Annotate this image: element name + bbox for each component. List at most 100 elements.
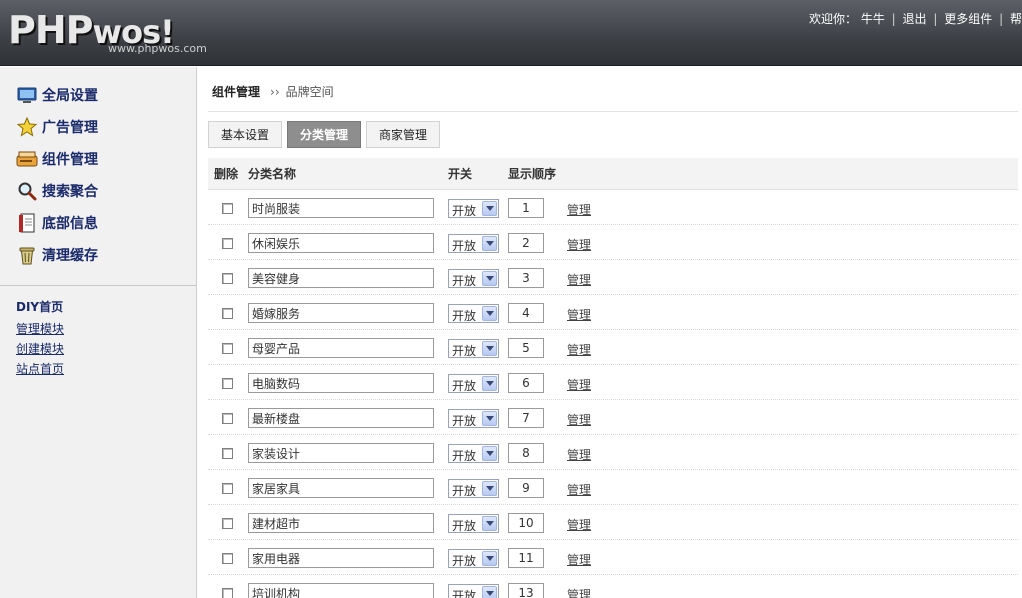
switch-select-value: 开放 bbox=[452, 484, 477, 498]
delete-checkbox[interactable] bbox=[222, 203, 233, 214]
display-order-input[interactable] bbox=[508, 583, 544, 598]
category-name-input[interactable] bbox=[248, 513, 434, 533]
switch-select-value: 开放 bbox=[452, 344, 477, 358]
delete-checkbox[interactable] bbox=[222, 343, 233, 354]
display-order-input[interactable] bbox=[508, 408, 544, 428]
chevron-down-icon[interactable] bbox=[482, 481, 497, 496]
switch-select[interactable]: 开放 bbox=[448, 304, 499, 323]
username-link[interactable]: 牛牛 bbox=[861, 12, 885, 26]
category-name-input[interactable] bbox=[248, 548, 434, 568]
category-name-input[interactable] bbox=[248, 268, 434, 288]
main-content: 组件管理 ›› 品牌空间 基本设置 分类管理 商家管理 删除 分类名称 开关 显示顺… bbox=[198, 67, 1022, 598]
chevron-down-icon[interactable] bbox=[482, 201, 497, 216]
table-row: 开放 管理 bbox=[208, 295, 1018, 330]
category-name-input[interactable] bbox=[248, 443, 434, 463]
category-name-input[interactable] bbox=[248, 198, 434, 218]
category-name-input[interactable] bbox=[248, 233, 434, 253]
category-name-input[interactable] bbox=[248, 303, 434, 323]
display-order-input[interactable] bbox=[508, 373, 544, 393]
manage-link[interactable]: 管理 bbox=[567, 411, 591, 428]
switch-select[interactable]: 开放 bbox=[448, 409, 499, 428]
logout-link[interactable]: 退出 bbox=[903, 12, 927, 26]
category-name-input[interactable] bbox=[248, 478, 434, 498]
category-name-input[interactable] bbox=[248, 583, 434, 598]
manage-link[interactable]: 管理 bbox=[567, 516, 591, 533]
sidebar-item-global-settings[interactable]: 全局设置 bbox=[0, 79, 196, 111]
display-order-input[interactable] bbox=[508, 478, 544, 498]
delete-checkbox[interactable] bbox=[222, 588, 233, 598]
delete-checkbox[interactable] bbox=[222, 273, 233, 284]
delete-checkbox[interactable] bbox=[222, 413, 233, 424]
display-order-input[interactable] bbox=[508, 198, 544, 218]
tab-bar: 基本设置 分类管理 商家管理 bbox=[208, 121, 445, 148]
manage-link[interactable]: 管理 bbox=[567, 446, 591, 463]
sidebar-item-search-aggregate[interactable]: 搜索聚合 bbox=[0, 175, 196, 207]
delete-checkbox[interactable] bbox=[222, 553, 233, 564]
diy-link-create-module[interactable]: 创建模块 bbox=[0, 339, 196, 359]
switch-select[interactable]: 开放 bbox=[448, 584, 499, 598]
manage-link[interactable]: 管理 bbox=[567, 586, 591, 598]
display-order-input[interactable] bbox=[508, 233, 544, 253]
chevron-down-icon[interactable] bbox=[482, 586, 497, 598]
chevron-down-icon[interactable] bbox=[482, 446, 497, 461]
switch-select-value: 开放 bbox=[452, 274, 477, 288]
switch-select[interactable]: 开放 bbox=[448, 444, 499, 463]
chevron-down-icon[interactable] bbox=[482, 236, 497, 251]
delete-checkbox[interactable] bbox=[222, 518, 233, 529]
chevron-down-icon[interactable] bbox=[482, 376, 497, 391]
delete-checkbox[interactable] bbox=[222, 483, 233, 494]
more-components-link[interactable]: 更多组件 bbox=[944, 12, 992, 26]
tab-basic-settings[interactable]: 基本设置 bbox=[208, 121, 283, 148]
sidebar-item-footer-info[interactable]: 底部信息 bbox=[0, 207, 196, 239]
manage-link[interactable]: 管理 bbox=[567, 236, 591, 253]
help-link[interactable]: 帮 bbox=[1010, 12, 1022, 26]
switch-select[interactable]: 开放 bbox=[448, 514, 499, 533]
display-order-input[interactable] bbox=[508, 548, 544, 568]
switch-select[interactable]: 开放 bbox=[448, 374, 499, 393]
manage-link[interactable]: 管理 bbox=[567, 376, 591, 393]
display-order-input[interactable] bbox=[508, 513, 544, 533]
delete-checkbox[interactable] bbox=[222, 378, 233, 389]
diy-link-site-home[interactable]: 站点首页 bbox=[0, 359, 196, 379]
switch-select[interactable]: 开放 bbox=[448, 479, 499, 498]
category-name-input[interactable] bbox=[248, 408, 434, 428]
category-name-input[interactable] bbox=[248, 373, 434, 393]
drive-icon bbox=[16, 148, 38, 170]
chevron-down-icon[interactable] bbox=[482, 516, 497, 531]
display-order-input[interactable] bbox=[508, 303, 544, 323]
table-row: 开放 管理 bbox=[208, 330, 1018, 365]
chevron-down-icon[interactable] bbox=[482, 341, 497, 356]
column-header-name: 分类名称 bbox=[248, 167, 297, 181]
manage-link[interactable]: 管理 bbox=[567, 201, 591, 218]
sidebar-item-component-management[interactable]: 组件管理 bbox=[0, 143, 196, 175]
switch-select[interactable]: 开放 bbox=[448, 339, 499, 358]
delete-checkbox[interactable] bbox=[222, 238, 233, 249]
tab-merchant-management[interactable]: 商家管理 bbox=[366, 121, 441, 148]
category-name-input[interactable] bbox=[248, 338, 434, 358]
manage-link[interactable]: 管理 bbox=[567, 271, 591, 288]
display-order-input[interactable] bbox=[508, 338, 544, 358]
switch-select[interactable]: 开放 bbox=[448, 199, 499, 218]
switch-select[interactable]: 开放 bbox=[448, 549, 499, 568]
diy-link-manage-modules[interactable]: 管理模块 bbox=[0, 319, 196, 339]
display-order-input[interactable] bbox=[508, 443, 544, 463]
manage-link[interactable]: 管理 bbox=[567, 306, 591, 323]
delete-checkbox[interactable] bbox=[222, 448, 233, 459]
chevron-down-icon[interactable] bbox=[482, 271, 497, 286]
chevron-down-icon[interactable] bbox=[482, 551, 497, 566]
sidebar-item-ad-management[interactable]: 广告管理 bbox=[0, 111, 196, 143]
switch-select[interactable]: 开放 bbox=[448, 269, 499, 288]
phpwos-logo[interactable]: PHPwos! www.phpwos.com bbox=[8, 8, 218, 60]
display-order-input[interactable] bbox=[508, 268, 544, 288]
switch-select[interactable]: 开放 bbox=[448, 234, 499, 253]
manage-link[interactable]: 管理 bbox=[567, 341, 591, 358]
chevron-down-icon[interactable] bbox=[482, 306, 497, 321]
manage-link[interactable]: 管理 bbox=[567, 551, 591, 568]
manage-link[interactable]: 管理 bbox=[567, 481, 591, 498]
delete-checkbox[interactable] bbox=[222, 308, 233, 319]
switch-select-value: 开放 bbox=[452, 589, 477, 598]
chevron-down-icon[interactable] bbox=[482, 411, 497, 426]
sidebar-item-clear-cache[interactable]: 清理缓存 bbox=[0, 239, 196, 271]
tab-category-management[interactable]: 分类管理 bbox=[287, 121, 362, 148]
breadcrumb-root[interactable]: 组件管理 bbox=[212, 85, 260, 99]
